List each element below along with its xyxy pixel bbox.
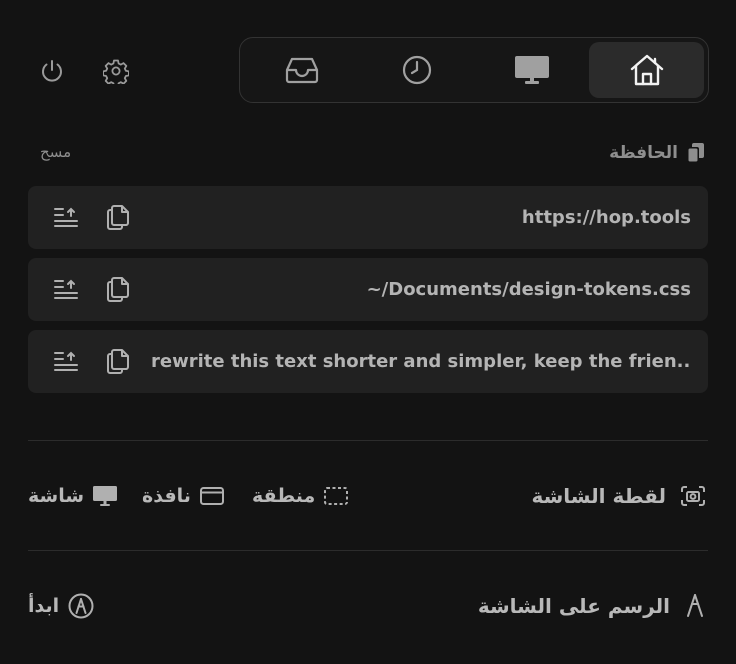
clipboard-item-text: rewrite this text shorter and simpler, k…: [151, 351, 691, 372]
clock-icon: [402, 55, 431, 85]
divider: [28, 440, 708, 441]
settings-button[interactable]: [100, 55, 132, 87]
pen-nib-icon: [687, 594, 703, 617]
monitor-icon: [514, 56, 549, 84]
window-label: نافذة: [142, 485, 191, 507]
start-drawing-button[interactable]: ابدأ: [28, 591, 95, 621]
clipboard-title: الحافظة: [609, 143, 678, 163]
selection-area-icon: [324, 487, 349, 505]
start-label: ابدأ: [28, 595, 60, 617]
insert-button[interactable]: [52, 203, 80, 231]
copy-button[interactable]: [104, 347, 132, 375]
inbox-tray-icon: [285, 57, 318, 84]
power-icon: [42, 60, 62, 82]
clipboard-section-title: الحافظة: [609, 141, 706, 165]
home-icon: [630, 54, 663, 86]
screenshot-section-title: لقطة الشاشة: [531, 480, 706, 512]
insert-text-icon: [54, 351, 78, 371]
tab-home[interactable]: [589, 42, 704, 98]
insert-button[interactable]: [52, 347, 80, 375]
screenshot-window-option[interactable]: نافذة: [142, 482, 225, 510]
clear-clipboard-button[interactable]: مسح: [40, 143, 71, 161]
copy-button[interactable]: [104, 275, 132, 303]
divider: [28, 550, 708, 551]
gear-icon: [103, 59, 129, 84]
window-icon: [199, 487, 224, 505]
copy-button[interactable]: [104, 203, 132, 231]
screenshot-screen-option[interactable]: شاشة: [28, 482, 118, 510]
insert-button[interactable]: [52, 275, 80, 303]
clipboard-item[interactable]: ~/Documents/design-tokens.css: [28, 258, 708, 321]
copy-icon: [107, 277, 129, 302]
monitor-icon: [93, 486, 118, 506]
clipboard-copy-icon: [687, 143, 704, 163]
insert-text-icon: [54, 279, 78, 299]
draw-title: الرسم على الشاشة: [477, 594, 670, 618]
camera-icon: [681, 486, 705, 506]
insert-text-icon: [54, 207, 78, 227]
draw-section-title: الرسم على الشاشة: [478, 590, 706, 622]
pen-circle-icon: [68, 593, 94, 619]
clipboard-item-text: https://hop.tools: [521, 207, 691, 228]
copy-icon: [107, 349, 129, 374]
screenshot-area-option[interactable]: منطقة: [252, 482, 349, 510]
tab-history[interactable]: [359, 42, 474, 98]
clipboard-item[interactable]: https://hop.tools: [28, 186, 708, 249]
screenshot-title: لقطة الشاشة: [531, 484, 666, 508]
tab-display[interactable]: [474, 42, 589, 98]
main-tab-bar: [239, 37, 709, 103]
area-label: منطقة: [252, 485, 316, 507]
tab-inbox[interactable]: [244, 42, 359, 98]
copy-icon: [107, 205, 129, 230]
clipboard-item[interactable]: rewrite this text shorter and simpler, k…: [28, 330, 708, 393]
screen-label: شاشة: [28, 485, 85, 507]
clipboard-item-text: ~/Documents/design-tokens.css: [366, 279, 691, 300]
power-button[interactable]: [36, 55, 68, 87]
